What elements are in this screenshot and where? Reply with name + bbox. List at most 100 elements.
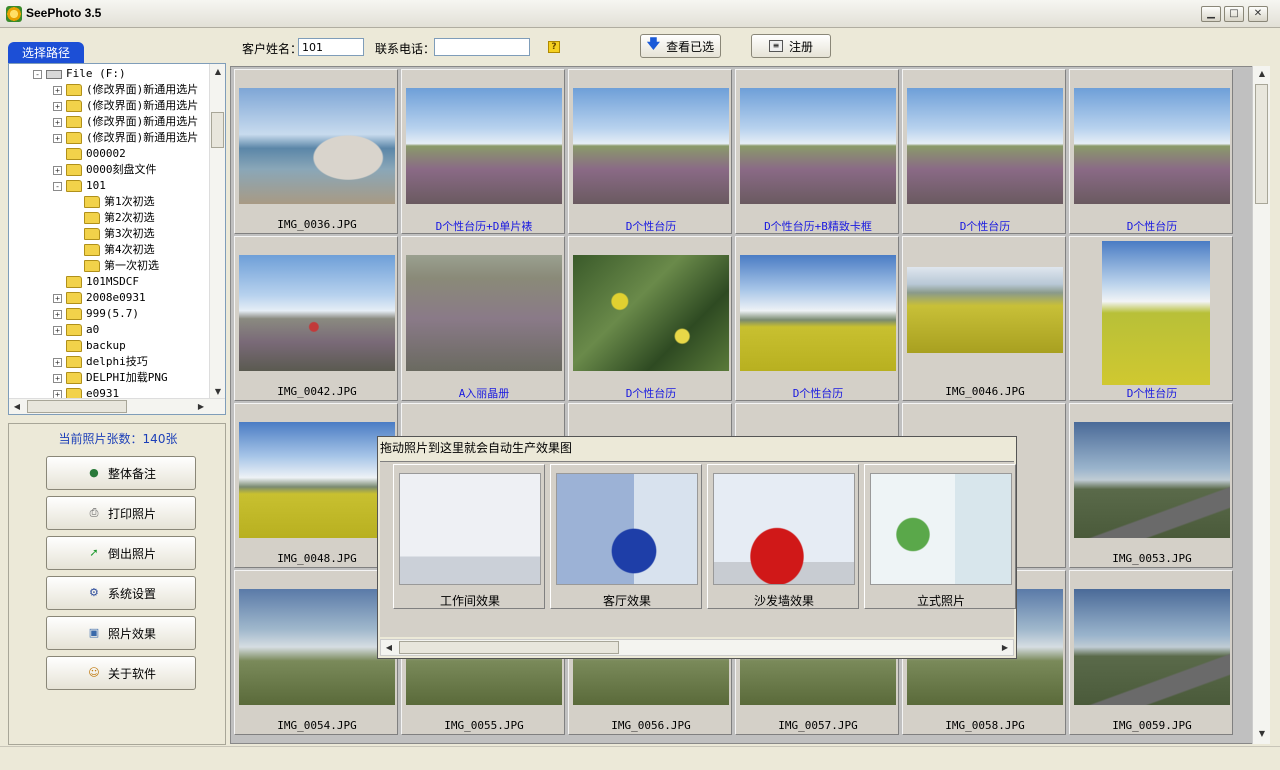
tree-item[interactable]: +999(5.7) bbox=[53, 306, 139, 322]
minimize-button[interactable]: ▁ bbox=[1201, 6, 1221, 22]
view-selected-button[interactable]: 🡇 查看已选 bbox=[640, 34, 721, 58]
photo-thumbnail[interactable] bbox=[239, 88, 395, 204]
expand-icon[interactable]: + bbox=[53, 117, 62, 127]
help-icon[interactable]: ? bbox=[548, 41, 560, 53]
tree-item[interactable]: - File (F:) bbox=[33, 66, 126, 82]
scroll-left-icon[interactable]: ◀ bbox=[9, 399, 25, 414]
gallery-vertical-scrollbar[interactable]: ▲ ▼ bbox=[1252, 66, 1270, 744]
tree-vertical-scrollbar[interactable]: ▲ ▼ bbox=[209, 64, 225, 400]
collapse-icon[interactable]: - bbox=[33, 69, 42, 79]
photo-cell[interactable]: IMG_0059.JPG bbox=[1069, 570, 1233, 735]
tree-item[interactable]: 第1次初选 bbox=[71, 194, 155, 210]
photo-thumbnail[interactable] bbox=[573, 255, 729, 371]
effect-template[interactable]: 沙发墙效果 bbox=[707, 464, 859, 609]
photo-thumbnail[interactable] bbox=[907, 88, 1063, 204]
tree-item[interactable]: 第一次初选 bbox=[71, 258, 159, 274]
expand-icon[interactable]: + bbox=[53, 85, 62, 95]
tree-item[interactable]: 第3次初选 bbox=[71, 226, 155, 242]
photo-thumbnail[interactable] bbox=[1074, 88, 1230, 204]
side-button[interactable]: ● 整体备注 bbox=[46, 456, 196, 490]
effect-popup[interactable]: 拖动照片到这里就会自动生产效果图 工作间效果 客厅效果 沙发墙效果 立式照片 ◀ ▶ bbox=[377, 436, 1017, 659]
expand-icon[interactable]: + bbox=[53, 325, 62, 335]
tab-select-path[interactable]: 选择路径 bbox=[8, 42, 84, 64]
effect-template[interactable]: 客厅效果 bbox=[550, 464, 702, 609]
gallery-scroll-up-icon[interactable]: ▲ bbox=[1254, 66, 1270, 82]
photo-thumbnail[interactable] bbox=[1074, 589, 1230, 705]
expand-icon[interactable]: + bbox=[53, 101, 62, 111]
side-button[interactable]: ➚ 倒出照片 bbox=[46, 536, 196, 570]
tree-item[interactable]: backup bbox=[53, 338, 126, 354]
side-button[interactable]: ☺ 关于软件 bbox=[46, 656, 196, 690]
tree-item[interactable]: + (修改界面)新通用选片 bbox=[53, 130, 198, 146]
photo-thumbnail[interactable] bbox=[406, 88, 562, 204]
register-button[interactable]: ≡ 注册 bbox=[751, 34, 831, 58]
photo-thumbnail[interactable] bbox=[406, 255, 562, 371]
photo-cell[interactable]: D个性台历 bbox=[568, 236, 732, 401]
popup-scroll-thumb[interactable] bbox=[399, 641, 619, 654]
tree-item[interactable]: + a0 bbox=[53, 322, 99, 338]
close-button[interactable]: ✕ bbox=[1248, 6, 1268, 22]
tree-item[interactable]: +0000刻盘文件 bbox=[53, 162, 157, 178]
collapse-icon[interactable]: - bbox=[53, 181, 62, 191]
effect-template[interactable]: 工作间效果 bbox=[393, 464, 545, 609]
tree-item[interactable]: + DELPHI加载PNG bbox=[53, 370, 168, 386]
phone-input[interactable] bbox=[434, 38, 530, 56]
photo-thumbnail[interactable] bbox=[239, 255, 395, 371]
photo-thumbnail[interactable] bbox=[573, 88, 729, 204]
tree-item[interactable]: +2008e0931 bbox=[53, 290, 146, 306]
photo-cell[interactable]: D个性台历 bbox=[1069, 69, 1233, 234]
tree-item[interactable]: + (修改界面)新通用选片 bbox=[53, 82, 198, 98]
scroll-up-icon[interactable]: ▲ bbox=[210, 64, 225, 80]
effect-drop-area[interactable]: 工作间效果 客厅效果 沙发墙效果 立式照片 bbox=[380, 461, 1016, 637]
photo-cell[interactable]: D个性台历 bbox=[902, 69, 1066, 234]
expand-icon[interactable]: + bbox=[53, 293, 62, 303]
photo-cell[interactable]: IMG_0036.JPG bbox=[234, 69, 398, 234]
scroll-right-icon[interactable]: ▶ bbox=[193, 399, 209, 414]
photo-cell[interactable]: IMG_0048.JPG bbox=[234, 403, 398, 568]
popup-horizontal-scrollbar[interactable]: ◀ ▶ bbox=[380, 639, 1014, 656]
tree-item[interactable]: 101MSDCF bbox=[53, 274, 139, 290]
photo-thumbnail[interactable] bbox=[1102, 241, 1210, 385]
photo-cell[interactable]: D个性台历 bbox=[735, 236, 899, 401]
expand-icon[interactable]: + bbox=[53, 309, 62, 319]
photo-cell[interactable]: IMG_0046.JPG bbox=[902, 236, 1066, 401]
photo-thumbnail[interactable] bbox=[239, 422, 395, 538]
side-button[interactable]: ⎙ 打印照片 bbox=[46, 496, 196, 530]
tree-item[interactable]: + (修改界面)新通用选片 bbox=[53, 114, 198, 130]
photo-cell[interactable]: D个性台历+D单片裱 bbox=[401, 69, 565, 234]
tree-item[interactable]: - 101 bbox=[53, 178, 106, 194]
expand-icon[interactable]: + bbox=[53, 133, 62, 143]
photo-thumbnail[interactable] bbox=[740, 255, 896, 371]
tree-item[interactable]: + (修改界面)新通用选片 bbox=[53, 98, 198, 114]
scroll-thumb-h[interactable] bbox=[27, 400, 127, 413]
gallery-scroll-thumb[interactable] bbox=[1255, 84, 1268, 204]
scroll-thumb[interactable] bbox=[211, 112, 224, 148]
photo-cell[interactable]: D个性台历+B精致卡框 bbox=[735, 69, 899, 234]
photo-thumbnail[interactable] bbox=[1074, 422, 1230, 538]
photo-cell[interactable]: IMG_0042.JPG bbox=[234, 236, 398, 401]
photo-cell[interactable]: IMG_0053.JPG bbox=[1069, 403, 1233, 568]
effect-template[interactable]: 立式照片 bbox=[864, 464, 1016, 609]
photo-thumbnail[interactable] bbox=[239, 589, 395, 705]
photo-thumbnail[interactable] bbox=[740, 88, 896, 204]
photo-cell[interactable]: A入丽晶册 bbox=[401, 236, 565, 401]
side-button[interactable]: ▣ 照片效果 bbox=[46, 616, 196, 650]
popup-scroll-right-icon[interactable]: ▶ bbox=[997, 640, 1013, 656]
expand-icon[interactable]: + bbox=[53, 357, 62, 367]
photo-cell[interactable]: IMG_0054.JPG bbox=[234, 570, 398, 735]
folder-tree[interactable]: - File (F:) + (修改界面)新通用选片 + (修改界面)新通用选片 + (修改界面… bbox=[8, 63, 226, 415]
photo-cell[interactable]: D个性台历 bbox=[1069, 236, 1233, 401]
expand-icon[interactable]: + bbox=[53, 373, 62, 383]
customer-name-input[interactable] bbox=[298, 38, 364, 56]
expand-icon[interactable]: + bbox=[53, 165, 62, 175]
popup-scroll-left-icon[interactable]: ◀ bbox=[381, 640, 397, 656]
maximize-button[interactable]: □ bbox=[1224, 6, 1244, 22]
tree-item[interactable]: + delphi技巧 bbox=[53, 354, 148, 370]
tree-item[interactable]: 第2次初选 bbox=[71, 210, 155, 226]
photo-thumbnail[interactable] bbox=[907, 267, 1063, 353]
tree-item[interactable]: 000002 bbox=[53, 146, 126, 162]
side-button[interactable]: ⚙ 系统设置 bbox=[46, 576, 196, 610]
photo-cell[interactable]: D个性台历 bbox=[568, 69, 732, 234]
gallery-scroll-down-icon[interactable]: ▼ bbox=[1254, 726, 1270, 742]
tree-horizontal-scrollbar[interactable]: ◀ ▶ bbox=[9, 398, 225, 414]
